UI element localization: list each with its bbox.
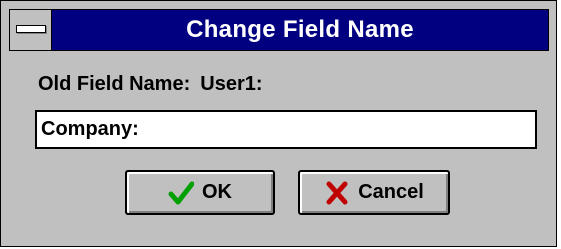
change-field-name-dialog: Change Field Name Old Field Name: User1: … (0, 0, 557, 247)
new-field-name-input[interactable] (35, 110, 537, 149)
old-field-name-caption: Old Field Name: (38, 73, 191, 95)
ok-button[interactable]: OK (125, 170, 275, 215)
old-field-name-value: User1: (200, 73, 263, 95)
system-menu-button[interactable] (10, 10, 52, 50)
checkmark-icon (168, 180, 195, 206)
x-icon (324, 180, 350, 206)
ok-button-label: OK (202, 181, 232, 203)
system-menu-icon (16, 25, 46, 33)
dialog-title: Change Field Name (186, 16, 414, 43)
old-field-name-label: Old Field Name: User1: (38, 73, 263, 96)
title-bar[interactable]: Change Field Name (9, 9, 549, 51)
cancel-button[interactable]: Cancel (298, 170, 450, 215)
cancel-button-label: Cancel (358, 181, 424, 203)
